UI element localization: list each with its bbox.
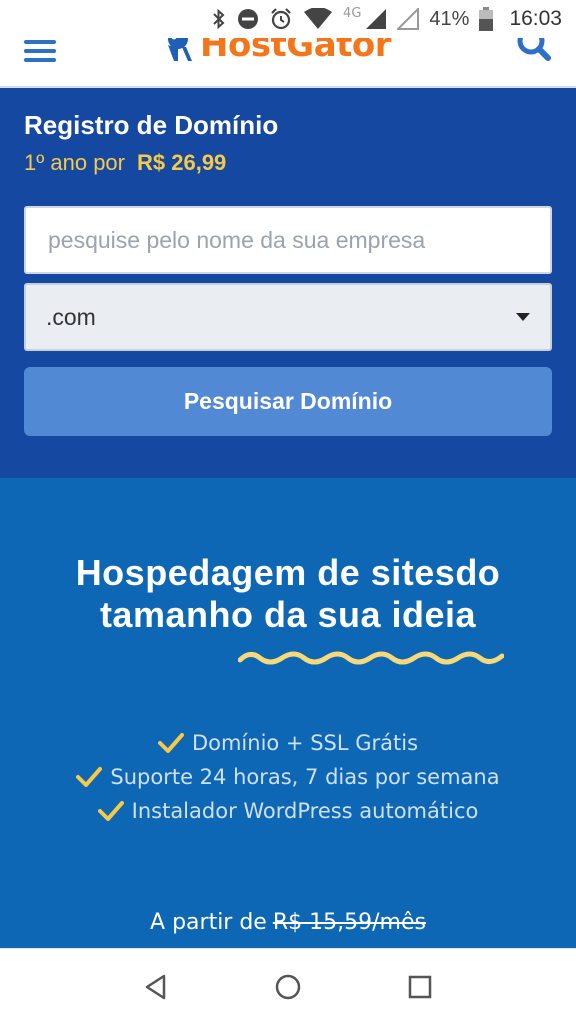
network-type: 4G [343, 5, 362, 21]
search-icon[interactable] [514, 38, 554, 64]
feature-text: Suporte 24 horas, 7 dias por semana [110, 765, 500, 789]
domain-title: Registro de Domínio [24, 110, 279, 140]
check-icon [76, 766, 103, 788]
hero-title-line2: tamanho da sua ideia [99, 594, 477, 635]
feature-text: Instalador WordPress automático [131, 799, 479, 823]
hero-title-line1: Hospedagem de sitesdo [75, 552, 501, 593]
wifi-icon [303, 8, 333, 30]
hosting-hero-section: Hospedagem de sitesdo tamanho da sua ide… [0, 478, 576, 948]
feature-list: Domínio + SSL Grátis Suporte 24 horas, 7… [0, 726, 576, 828]
battery-percent: 41% [429, 7, 470, 30]
domain-price: R$ 26,99 [137, 150, 227, 175]
from-price: A partir de R$ 15,59/mês [0, 910, 576, 935]
list-item: Instalador WordPress automático [0, 794, 576, 828]
clock: 16:03 [509, 7, 562, 30]
tld-selected-value: .com [46, 303, 96, 330]
search-domain-button[interactable]: Pesquisar Domínio [24, 367, 552, 436]
price-prefix: 1º ano por [24, 150, 125, 175]
chevron-down-icon [516, 313, 530, 321]
logo-text: HostGator [200, 38, 392, 65]
site-logo[interactable]: HostGator [164, 38, 392, 68]
do-not-disturb-icon [237, 8, 259, 30]
domain-price-line: 1º ano por R$ 26,99 [24, 150, 226, 176]
signal-secondary-icon [397, 8, 420, 30]
wave-underline-icon [238, 651, 504, 665]
from-label: A partir de [150, 910, 267, 935]
domain-registration-section: Registro de Domínio 1º ano por R$ 26,99 .… [0, 88, 576, 478]
bluetooth-icon [211, 9, 227, 29]
gator-logo-icon [164, 38, 196, 67]
domain-search-input[interactable] [24, 206, 552, 274]
site-header: HostGator [0, 38, 576, 88]
feature-text: Domínio + SSL Grátis [191, 731, 419, 755]
back-icon[interactable] [136, 967, 176, 1007]
list-item: Suporte 24 horas, 7 dias por semana [0, 760, 576, 794]
old-price: R$ 15,59/mês [272, 910, 426, 935]
hero-title: Hospedagem de sitesdo tamanho da sua ide… [0, 552, 576, 636]
recents-icon[interactable] [400, 967, 440, 1007]
check-icon [97, 800, 124, 822]
menu-icon[interactable] [24, 40, 56, 62]
system-nav-bar [0, 948, 576, 1024]
check-icon [157, 732, 184, 754]
battery-icon [479, 7, 494, 31]
tld-select[interactable]: .com [24, 283, 552, 351]
list-item: Domínio + SSL Grátis [0, 726, 576, 760]
home-icon[interactable] [268, 967, 308, 1007]
alarm-icon [269, 7, 293, 31]
signal-icon [365, 8, 387, 30]
status-bar: 4G 41% 16:03 [0, 0, 576, 38]
